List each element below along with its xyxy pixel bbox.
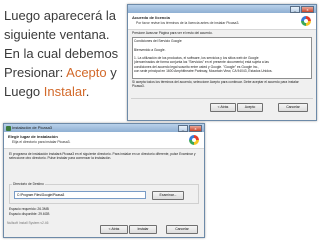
divider — [131, 98, 313, 99]
instruction-line-1: Luego aparecerá la — [4, 8, 117, 23]
installer-footer: Nullsoft Install System v2.46 — [7, 221, 49, 225]
install-header: Elegir lugar de instalación Elija el dir… — [4, 132, 204, 149]
install-window-title: Instalación de Picasa3 — [12, 125, 53, 130]
license-instruction: Presione Avanzar Página para ver el rest… — [132, 31, 213, 35]
destination-group-label: Directorio de Destino — [12, 182, 45, 187]
back-button[interactable]: < Atrás — [210, 103, 236, 112]
browse-button[interactable]: Examinar... — [152, 190, 184, 200]
back-button[interactable]: < Atrás — [100, 225, 128, 234]
window-controls: _ x — [290, 6, 314, 13]
license-header-subtitle: Por favor revise los términos de la lice… — [136, 21, 240, 25]
space-required: Espacio requerido: 26.3MB — [9, 207, 49, 211]
instruction-line-4-prefix: Presionar: — [4, 65, 67, 80]
installer-app-icon — [6, 125, 11, 131]
destination-group: Directorio de Destino C:\Program Files\G… — [9, 182, 199, 204]
window-controls: _ x — [178, 125, 202, 132]
install-keyword: Instalar — [43, 84, 86, 99]
install-titlebar: Instalación de Picasa3 _ x — [4, 124, 204, 132]
instruction-line-4: Presionar: Acepto y — [4, 63, 124, 82]
minimize-button[interactable]: _ — [178, 125, 188, 132]
close-button[interactable]: x — [189, 125, 202, 132]
instruction-text: Luego aparecerá la siguiente ventana. En… — [4, 6, 124, 101]
install-button[interactable]: Instalar — [129, 225, 157, 234]
license-header: Acuerdo de licencia Por favor revise los… — [128, 13, 316, 30]
license-text: Condiciones del Servicio Google ​ Bienve… — [134, 39, 310, 73]
license-accept-text: Si acepta todos los términos del acuerdo… — [132, 80, 299, 89]
install-path-input[interactable]: C:\Program Files\Google\Picasa3 — [14, 191, 146, 199]
install-dialog: Instalación de Picasa3 _ x Elegir lugar … — [3, 123, 205, 238]
license-header-title: Acuerdo de licencia — [132, 15, 170, 20]
minimize-button[interactable]: _ — [290, 6, 300, 13]
license-text-box[interactable]: Condiciones del Servicio Google ​ Bienve… — [132, 37, 312, 79]
instruction-line-5-prefix: Luego — [4, 84, 44, 99]
license-titlebar: _ x — [128, 5, 316, 13]
install-header-subtitle: Elija el directorio para instalar Picasa… — [12, 140, 71, 144]
install-body-text: El programa de instalación instalará Pic… — [9, 152, 196, 161]
install-header-title: Elegir lugar de instalación — [8, 134, 58, 139]
instruction-line-2: siguiente ventana. — [4, 27, 110, 42]
instruction-line-4-suffix: y — [106, 65, 117, 80]
instruction-line-5-suffix: . — [85, 84, 90, 99]
accept-keyword: Acepto — [66, 65, 107, 80]
instruction-line-5: Luego Instalar. — [4, 82, 124, 101]
license-line: con sede principal en 1600 Amphitheatre … — [134, 69, 273, 74]
close-button[interactable]: x — [301, 6, 314, 13]
instruction-line-3: En la cual debemos — [4, 46, 119, 61]
picasa-logo-icon — [189, 135, 199, 145]
space-available: Espacio disponible: 29.6GB — [9, 212, 50, 216]
accept-button[interactable]: Acepto — [237, 103, 263, 112]
cancel-button[interactable]: Cancelar — [278, 103, 308, 112]
license-dialog: _ x Acuerdo de licencia Por favor revise… — [127, 4, 317, 121]
picasa-logo-icon — [301, 16, 311, 26]
cancel-button[interactable]: Cancelar — [166, 225, 198, 234]
